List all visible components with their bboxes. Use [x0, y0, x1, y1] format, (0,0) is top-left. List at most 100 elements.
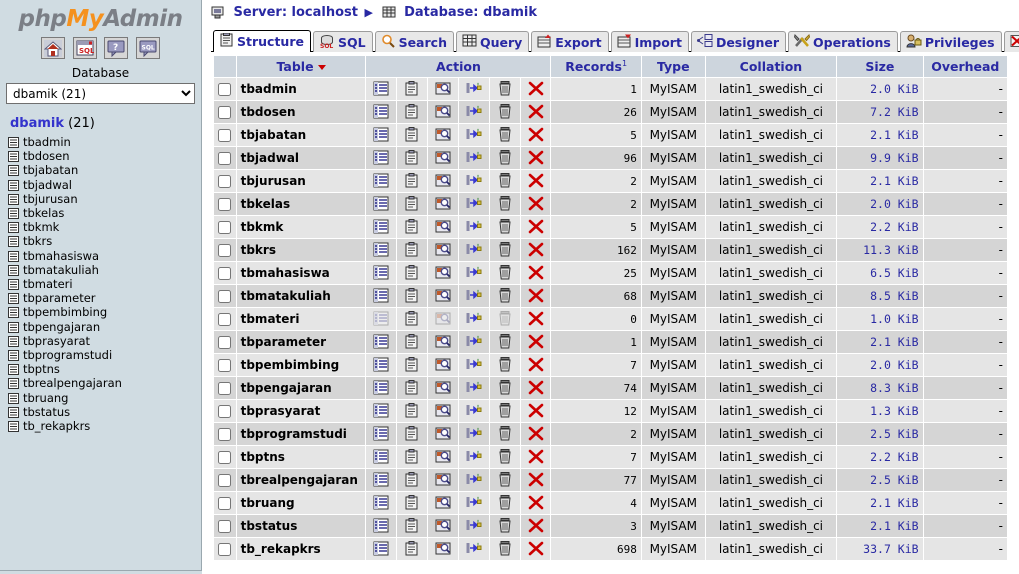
empty-icon[interactable] [496, 518, 514, 534]
tab-search[interactable]: Search [374, 31, 454, 52]
row-table-name[interactable]: tbkelas [235, 192, 367, 217]
insert-icon[interactable] [465, 380, 483, 396]
tab-designer[interactable]: Designer [690, 31, 787, 52]
search-icon[interactable] [434, 150, 452, 166]
structure-icon[interactable] [403, 472, 421, 488]
search-icon[interactable] [434, 449, 452, 465]
drop-icon[interactable] [527, 472, 545, 488]
insert-icon[interactable] [465, 173, 483, 189]
sql-window-icon[interactable]: SQL [72, 37, 97, 59]
insert-icon[interactable] [465, 104, 483, 120]
row-table-name[interactable]: tbmahasiswa [235, 261, 367, 286]
sidebar-table-item[interactable]: tbprasyarat [8, 334, 201, 348]
browse-icon[interactable] [372, 472, 390, 488]
sidebar-table-item[interactable]: tbjadwal [8, 178, 201, 192]
header-size[interactable]: Size [836, 54, 924, 79]
header-table-name[interactable]: Table [235, 54, 367, 79]
empty-icon[interactable] [496, 541, 514, 557]
search-icon[interactable] [434, 173, 452, 189]
drop-icon[interactable] [527, 127, 545, 143]
empty-icon[interactable] [496, 81, 514, 97]
table-row[interactable]: tbstatus 3 MyISAM latin1_swedish_ci 2.1 KiB - [213, 514, 1009, 539]
table-row[interactable]: tbprasyarat 12 MyISAM latin1_swedish_ci 1.3 … [213, 399, 1009, 424]
insert-icon[interactable] [465, 357, 483, 373]
drop-icon[interactable] [527, 265, 545, 281]
browse-icon[interactable] [372, 380, 390, 396]
row-checkbox[interactable] [218, 152, 232, 166]
insert-icon[interactable] [465, 311, 483, 327]
drop-icon[interactable] [527, 518, 545, 534]
insert-icon[interactable] [465, 334, 483, 350]
sidebar-table-item[interactable]: tbkelas [8, 206, 201, 220]
sidebar-table-item[interactable]: tbmahasiswa [8, 249, 201, 263]
sort-descending-icon[interactable] [317, 65, 326, 71]
search-icon[interactable] [434, 219, 452, 235]
row-table-name[interactable]: tbpengajaran [235, 376, 367, 401]
row-checkbox[interactable] [218, 451, 232, 465]
drop-icon[interactable] [527, 541, 545, 557]
browse-icon[interactable] [372, 426, 390, 442]
browse-icon[interactable] [372, 104, 390, 120]
browse-icon[interactable] [372, 334, 390, 350]
browse-icon[interactable] [372, 150, 390, 166]
table-row[interactable]: tbadmin 1 MyISAM latin1_swedish_ci 2.0 KiB - [213, 77, 1009, 102]
drop-icon[interactable] [527, 219, 545, 235]
search-icon[interactable] [434, 541, 452, 557]
search-icon[interactable] [434, 495, 452, 511]
tab-sql[interactable]: SQL SQL [312, 31, 373, 52]
browse-icon[interactable] [372, 403, 390, 419]
search-icon[interactable] [434, 403, 452, 419]
empty-icon[interactable] [496, 219, 514, 235]
search-icon[interactable] [434, 426, 452, 442]
sidebar-table-item[interactable]: tbstatus [8, 405, 201, 419]
search-icon[interactable] [434, 104, 452, 120]
row-table-name[interactable]: tbstatus [235, 514, 367, 539]
breadcrumb-database[interactable]: Database: dbamik [404, 5, 537, 20]
row-table-name[interactable]: tbadmin [235, 77, 367, 102]
browse-icon[interactable] [372, 127, 390, 143]
table-row[interactable]: tbptns 7 MyISAM latin1_swedish_ci 2.2 KiB - [213, 445, 1009, 470]
row-checkbox[interactable] [218, 244, 232, 258]
row-checkbox[interactable] [218, 198, 232, 212]
sidebar-table-item[interactable]: tbptns [8, 362, 201, 376]
tab-export[interactable]: Export [531, 31, 609, 52]
browse-icon[interactable] [372, 541, 390, 557]
search-icon[interactable] [434, 334, 452, 350]
table-row[interactable]: tbpembimbing 7 MyISAM latin1_swedish_ci 2.0 … [213, 353, 1009, 378]
browse-icon[interactable] [372, 81, 390, 97]
drop-icon[interactable] [527, 449, 545, 465]
search-icon[interactable] [434, 242, 452, 258]
structure-icon[interactable] [403, 265, 421, 281]
drop-icon[interactable] [527, 104, 545, 120]
drop-icon[interactable] [527, 311, 545, 327]
drop-icon[interactable] [527, 357, 545, 373]
row-table-name[interactable]: tbprogramstudi [235, 422, 367, 447]
drop-icon[interactable] [527, 173, 545, 189]
table-row[interactable]: tbparameter 1 MyISAM latin1_swedish_ci 2.1 K… [213, 330, 1009, 355]
search-icon[interactable] [434, 288, 452, 304]
insert-icon[interactable] [465, 196, 483, 212]
row-table-name[interactable]: tbprasyarat [235, 399, 367, 424]
sidebar-table-item[interactable]: tbmateri [8, 277, 201, 291]
row-table-name[interactable]: tbkrs [235, 238, 367, 263]
empty-icon[interactable] [496, 196, 514, 212]
browse-icon[interactable] [372, 265, 390, 281]
row-table-name[interactable]: tbruang [235, 491, 367, 516]
empty-icon[interactable] [496, 265, 514, 281]
sidebar-table-item[interactable]: tbdosen [8, 149, 201, 163]
browse-icon[interactable] [372, 288, 390, 304]
structure-icon[interactable] [403, 380, 421, 396]
search-icon[interactable] [434, 357, 452, 373]
search-icon[interactable] [434, 518, 452, 534]
drop-icon[interactable] [527, 334, 545, 350]
table-row[interactable]: tb_rekapkrs 698 MyISAM latin1_swedish_ci 33.… [213, 537, 1009, 562]
header-collation[interactable]: Collation [704, 54, 838, 79]
insert-icon[interactable] [465, 426, 483, 442]
row-checkbox[interactable] [218, 336, 232, 350]
sidebar-table-item[interactable]: tbkrs [8, 234, 201, 248]
sidebar-table-item[interactable]: tbprogramstudi [8, 348, 201, 362]
drop-icon[interactable] [527, 403, 545, 419]
table-row[interactable]: tbmahasiswa 25 MyISAM latin1_swedish_ci 6.5 … [213, 261, 1009, 286]
sidebar-table-item[interactable]: tbpengajaran [8, 320, 201, 334]
structure-icon[interactable] [403, 127, 421, 143]
